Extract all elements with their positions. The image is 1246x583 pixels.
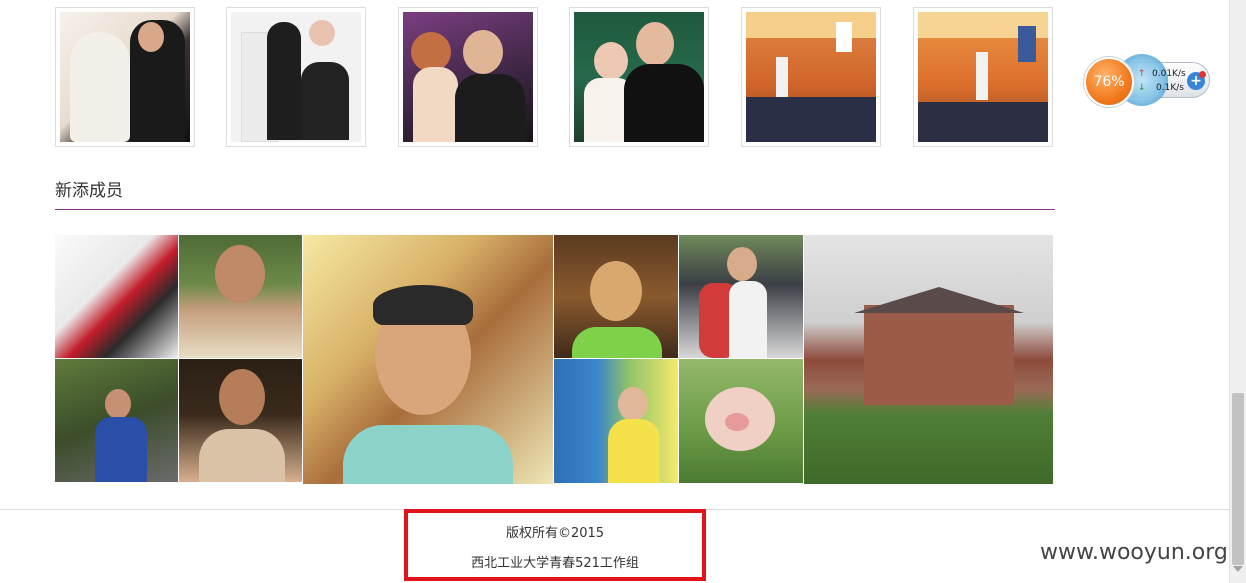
photo-thumbnail[interactable] bbox=[226, 7, 366, 147]
member-avatar[interactable] bbox=[55, 235, 178, 358]
avatar-image bbox=[55, 359, 178, 482]
stage-event-photo bbox=[918, 12, 1048, 142]
watermark-text: www.wooyun.org bbox=[1040, 540, 1228, 565]
member-avatar[interactable] bbox=[179, 235, 302, 358]
photo-thumbnail[interactable] bbox=[569, 7, 709, 147]
stage-event-photo bbox=[746, 12, 876, 142]
avatar-image bbox=[679, 235, 803, 358]
photo-thumbnail[interactable] bbox=[913, 7, 1053, 147]
upload-speed: 0.01K/s bbox=[1152, 69, 1186, 79]
section-divider bbox=[55, 209, 1055, 210]
event-photo bbox=[403, 12, 533, 142]
member-avatar[interactable] bbox=[679, 359, 803, 483]
wedding-photo bbox=[231, 12, 361, 142]
avatar-image bbox=[179, 235, 302, 358]
footer-organization: 西北工业大学青春521工作组 bbox=[471, 556, 639, 571]
member-avatar[interactable] bbox=[179, 359, 302, 482]
network-speed-widget[interactable]: 76% ↑ 0.01K/s ↓ 0.1K/s + bbox=[1084, 54, 1214, 110]
download-speed: 0.1K/s bbox=[1156, 83, 1184, 93]
member-avatar[interactable] bbox=[554, 359, 678, 483]
photo-thumbnail[interactable] bbox=[398, 7, 538, 147]
member-avatar[interactable] bbox=[804, 235, 1053, 484]
avatar-image bbox=[179, 359, 302, 482]
member-avatar[interactable] bbox=[55, 359, 178, 482]
scrollbar-thumb[interactable] bbox=[1232, 393, 1244, 565]
photo-thumbnail[interactable] bbox=[741, 7, 881, 147]
member-avatar[interactable] bbox=[679, 235, 803, 358]
memory-percent: 76% bbox=[1093, 74, 1125, 90]
avatar-image bbox=[55, 235, 178, 358]
avatar-image bbox=[554, 235, 678, 358]
wedding-photo bbox=[60, 12, 190, 142]
upload-arrow-icon: ↑ bbox=[1138, 69, 1146, 79]
section-title-new-members: 新添成员 bbox=[55, 181, 123, 201]
avatar-image bbox=[303, 235, 553, 484]
download-arrow-icon: ↓ bbox=[1138, 83, 1146, 93]
avatar-image bbox=[804, 235, 1053, 484]
member-avatar[interactable] bbox=[303, 235, 553, 484]
avatar-image bbox=[554, 359, 678, 483]
footer-copyright: 版权所有©2015 bbox=[505, 526, 605, 541]
photo-thumbnail[interactable] bbox=[55, 7, 195, 147]
avatar-image bbox=[679, 359, 803, 483]
scroll-down-arrow-icon[interactable] bbox=[1233, 566, 1243, 572]
couple-photo bbox=[574, 12, 704, 142]
footer-highlight-box: 版权所有©2015 西北工业大学青春521工作组 bbox=[404, 509, 706, 581]
vertical-scrollbar[interactable] bbox=[1229, 0, 1246, 583]
member-avatar[interactable] bbox=[554, 235, 678, 358]
memory-percent-badge[interactable]: 76% bbox=[1084, 57, 1134, 107]
notification-dot bbox=[1199, 71, 1206, 78]
